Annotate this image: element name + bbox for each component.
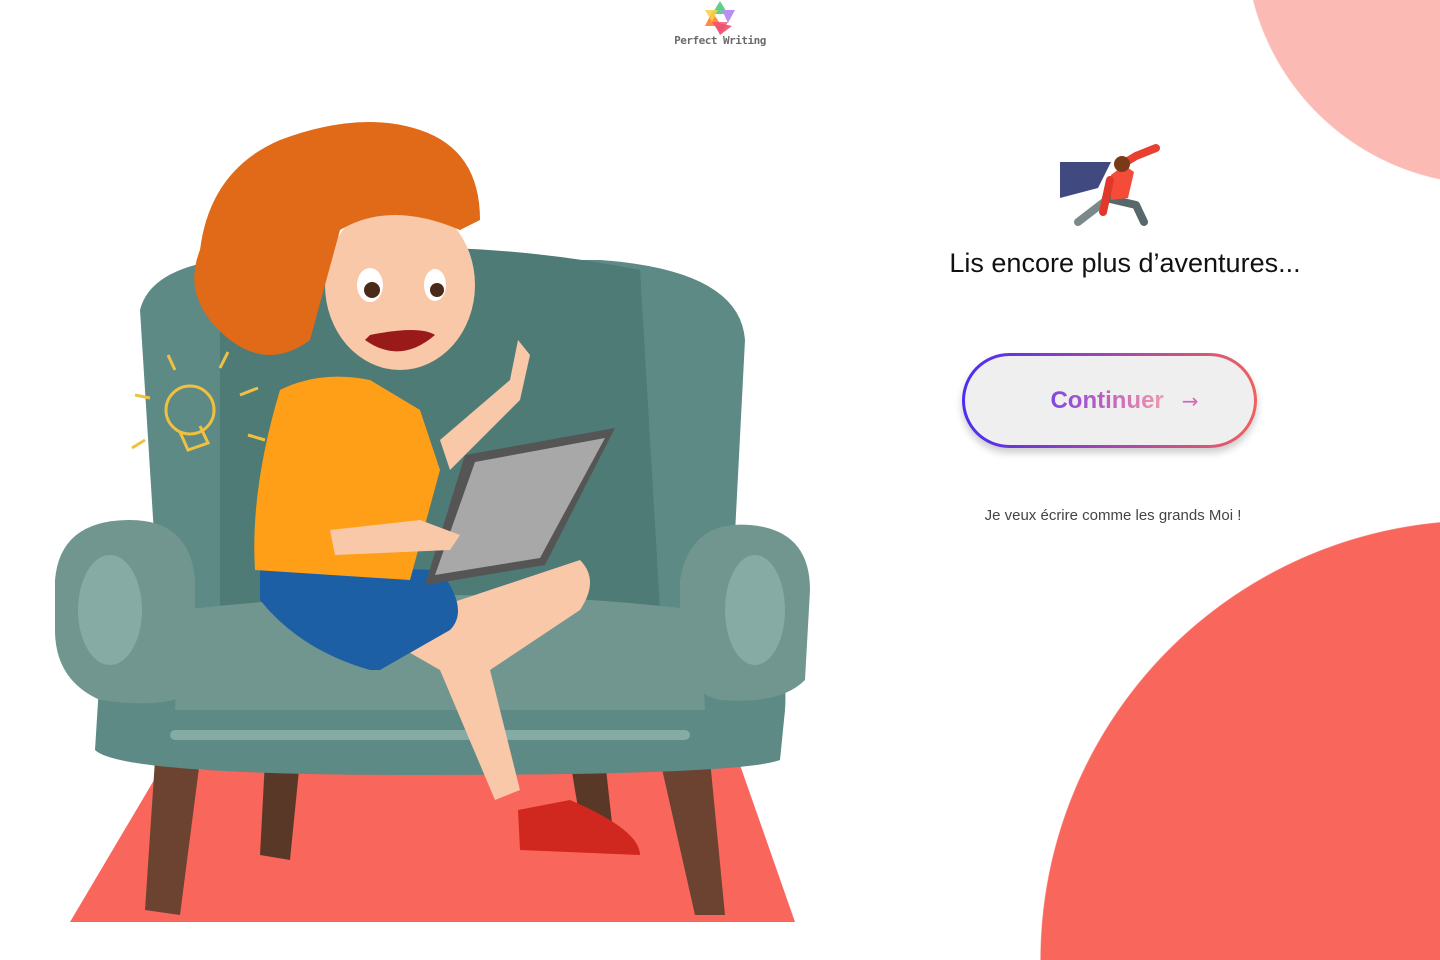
headline: Lis encore plus d’aventures... bbox=[949, 248, 1301, 278]
boy-pupil bbox=[364, 282, 380, 298]
superhero-icon bbox=[1060, 144, 1160, 226]
subtitle: Je veux écrire comme les grands Moi ! bbox=[984, 507, 1242, 524]
boy-pupil bbox=[430, 283, 444, 297]
logo-text: Perfect Writing bbox=[674, 34, 766, 47]
chair-trim bbox=[170, 730, 690, 740]
chair-arm-left-highlight bbox=[78, 555, 142, 665]
continue-button[interactable]: Continuer → bbox=[962, 353, 1257, 448]
arrow-right-icon: → bbox=[1181, 388, 1199, 413]
continue-button-inner[interactable]: Continuer → bbox=[965, 356, 1254, 445]
boy-on-armchair-illustration bbox=[55, 122, 810, 922]
continue-label: Continuer bbox=[1020, 387, 1163, 415]
logo[interactable]: Perfect Writing bbox=[670, 0, 770, 52]
star-logo-icon bbox=[705, 1, 735, 35]
chair-arm-right-highlight bbox=[725, 555, 785, 665]
